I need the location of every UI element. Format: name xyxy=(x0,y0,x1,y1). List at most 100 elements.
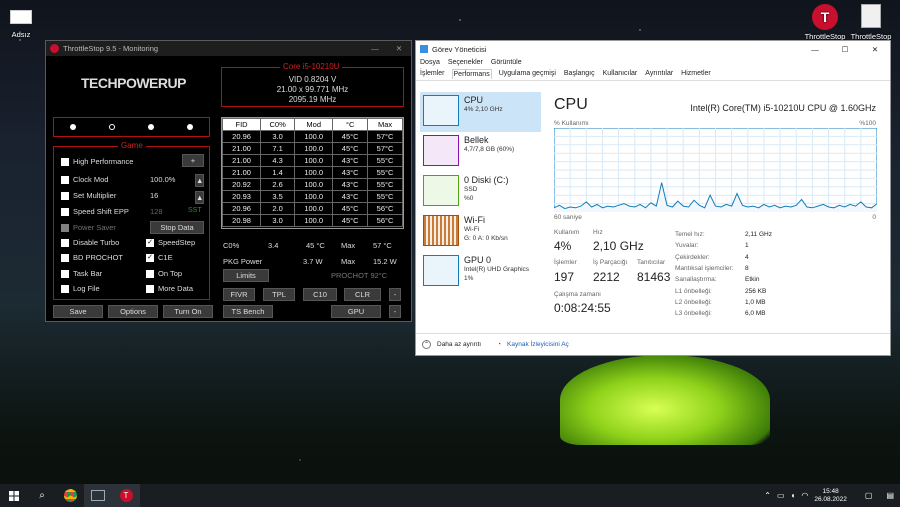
table-header: FID xyxy=(221,118,262,131)
ts-option-6[interactable]: BD PROCHOT xyxy=(61,253,123,262)
clock-mod-up-button[interactable]: ▲ xyxy=(195,174,204,187)
tray-chevron-icon[interactable]: ⌃ xyxy=(764,491,771,500)
search-icon[interactable]: ⌕ xyxy=(28,484,56,507)
ts-option-label: Clock Mod xyxy=(73,175,109,184)
profile-radio-1[interactable] xyxy=(70,124,77,130)
techpowerup-logo[interactable]: TECHPOWERUP xyxy=(81,75,186,91)
menu-item[interactable]: Dosya xyxy=(420,59,440,66)
start-button[interactable] xyxy=(0,484,28,507)
notification-center-icon[interactable]: ▢ xyxy=(865,491,873,500)
clock-time: 15:48 xyxy=(822,487,839,495)
checkbox-icon[interactable] xyxy=(61,175,69,184)
task-manager-taskbar-icon[interactable] xyxy=(84,484,112,507)
sidebar-item-sub: 4,7/7,8 GB (60%) xyxy=(464,146,515,153)
ts-option-right-3[interactable]: More Data xyxy=(146,284,193,293)
taskbar: ⌕ T ⌃ ▭ ◖ ◠ 15:48 26.08.2022 ▢ ▤ xyxy=(0,484,900,507)
spec-label: Mantıksal işlemciler: xyxy=(675,264,734,272)
task-manager-icon xyxy=(420,45,428,53)
fivr-button[interactable]: FIVR xyxy=(223,288,255,301)
stop-data-button[interactable]: Stop Data xyxy=(150,221,204,234)
tab-5[interactable]: Ayrıntılar xyxy=(644,69,674,79)
sidebar-item-sub: SSD xyxy=(464,186,478,193)
close-icon[interactable]: ✕ xyxy=(860,45,890,54)
gpu-button[interactable]: GPU xyxy=(331,305,381,318)
table-cell: 7.1 xyxy=(260,142,296,155)
ts-option-7[interactable]: Task Bar xyxy=(61,269,102,278)
options-button[interactable]: Options xyxy=(108,305,158,318)
sidebar-item-4[interactable]: GPU 0 Intel(R) UHD Graphics 1% xyxy=(420,252,541,292)
turn-on-button[interactable]: Turn On xyxy=(163,305,213,318)
open-resource-monitor-link[interactable]: Kaynak İzleyicisini Aç xyxy=(507,341,569,348)
checkbox-icon[interactable] xyxy=(61,223,69,232)
checkbox-icon[interactable] xyxy=(61,207,69,216)
network-icon[interactable]: ▭ xyxy=(777,491,785,500)
desktop-icon-adsiz[interactable]: Adsız xyxy=(6,10,36,39)
checkbox-icon[interactable] xyxy=(61,191,69,200)
sidebar-item-0[interactable]: CPU 4% 2,10 GHz xyxy=(420,92,541,132)
multiplier-up-button[interactable]: ▲ xyxy=(195,191,204,204)
collapse-button[interactable]: - xyxy=(389,288,401,301)
tab-6[interactable]: Hizmetler xyxy=(680,69,712,79)
high-performance-add-button[interactable]: + xyxy=(182,154,204,167)
checkbox-icon[interactable]: ✓ xyxy=(146,253,154,262)
tab-4[interactable]: Kullanıcılar xyxy=(602,69,639,79)
gpu-collapse-button[interactable]: - xyxy=(389,305,401,318)
checkbox-icon[interactable] xyxy=(61,284,69,293)
ts-option-4[interactable]: Power Saver xyxy=(61,223,116,232)
ts-option-0[interactable]: High Performance xyxy=(61,157,133,166)
maximize-icon[interactable]: ☐ xyxy=(830,45,860,54)
sidebar-item-2[interactable]: 0 Diski (C:) SSD %0 xyxy=(420,172,541,212)
tpl-button[interactable]: TPL xyxy=(263,288,295,301)
menu-item[interactable]: Görüntüle xyxy=(491,59,522,66)
spec-value: 1 xyxy=(745,242,749,250)
menu-item[interactable]: Seçenekler xyxy=(448,59,483,66)
ts-option-8[interactable]: Log File xyxy=(61,284,100,293)
clock[interactable]: 15:48 26.08.2022 xyxy=(814,488,847,504)
profile-radio-3[interactable] xyxy=(147,124,154,130)
ts-bench-button[interactable]: TS Bench xyxy=(223,305,273,318)
chrome-icon[interactable] xyxy=(56,484,84,507)
clr-button[interactable]: CLR xyxy=(344,288,381,301)
profile-radio-2[interactable] xyxy=(109,124,116,130)
wifi-icon[interactable]: ◠ xyxy=(801,491,808,500)
ts-option-right-1[interactable]: ✓ C1E xyxy=(146,253,173,262)
profile-radio-4[interactable] xyxy=(186,124,193,130)
ts-titlebar: ThrottleStop 9.5 - Monitoring — ✕ xyxy=(46,41,411,56)
tab-2[interactable]: Uygulama geçmişi xyxy=(498,69,557,79)
tab-1[interactable]: Performans xyxy=(451,69,492,79)
c10-button[interactable]: C10 xyxy=(303,288,337,301)
volume-icon[interactable]: ◖ xyxy=(791,491,796,500)
fewer-details-link[interactable]: Daha az ayrıntı xyxy=(437,341,481,348)
checkbox-icon[interactable] xyxy=(61,157,69,166)
minimize-icon[interactable]: — xyxy=(363,44,387,53)
checkbox-icon[interactable] xyxy=(146,269,154,278)
checkbox-icon[interactable] xyxy=(61,253,69,262)
checkbox-icon[interactable] xyxy=(61,269,69,278)
ts-option-right-2[interactable]: On Top xyxy=(146,269,182,278)
minimize-icon[interactable]: — xyxy=(800,45,830,54)
handles-value: 81463 xyxy=(637,270,671,284)
throttlestop-taskbar-icon[interactable]: T xyxy=(112,484,140,507)
close-icon[interactable]: ✕ xyxy=(387,44,411,53)
desktop-icon-throttlestop-file[interactable]: ThrottleStop xyxy=(846,4,896,41)
table-cell: 43°C xyxy=(332,178,369,191)
ts-option-1[interactable]: Clock Mod xyxy=(61,175,108,184)
checkbox-icon[interactable] xyxy=(61,238,69,247)
table-cell: 45°C xyxy=(332,130,369,143)
checkbox-icon[interactable]: ✓ xyxy=(146,238,154,247)
ts-option-right-0[interactable]: ✓ SpeedStep xyxy=(146,238,195,247)
tm-titlebar: Görev Yöneticisi — ☐ ✕ xyxy=(416,41,890,57)
tab-3[interactable]: Başlangıç xyxy=(563,69,596,79)
sidebar-item-1[interactable]: Bellek 4,7/7,8 GB (60%) xyxy=(420,132,541,172)
save-button[interactable]: Save xyxy=(53,305,103,318)
desktop-icon-throttlestop[interactable]: T ThrottleStop xyxy=(800,4,850,41)
ts-option-5[interactable]: Disable Turbo xyxy=(61,238,119,247)
ts-option-3[interactable]: Speed Shift EPP xyxy=(61,207,129,216)
checkbox-icon[interactable] xyxy=(146,284,154,293)
limits-button[interactable]: Limits xyxy=(223,269,269,282)
sidebar-item-3[interactable]: Wi-Fi Wi-Fi G: 0 A: 0 Kb/sn xyxy=(420,212,541,252)
keyboard-icon[interactable]: ▤ xyxy=(886,491,894,500)
ts-option-2[interactable]: Set Multiplier xyxy=(61,191,116,200)
chevron-up-icon[interactable]: ⌃ xyxy=(422,340,431,349)
tab-0[interactable]: İşlemler xyxy=(419,69,446,79)
